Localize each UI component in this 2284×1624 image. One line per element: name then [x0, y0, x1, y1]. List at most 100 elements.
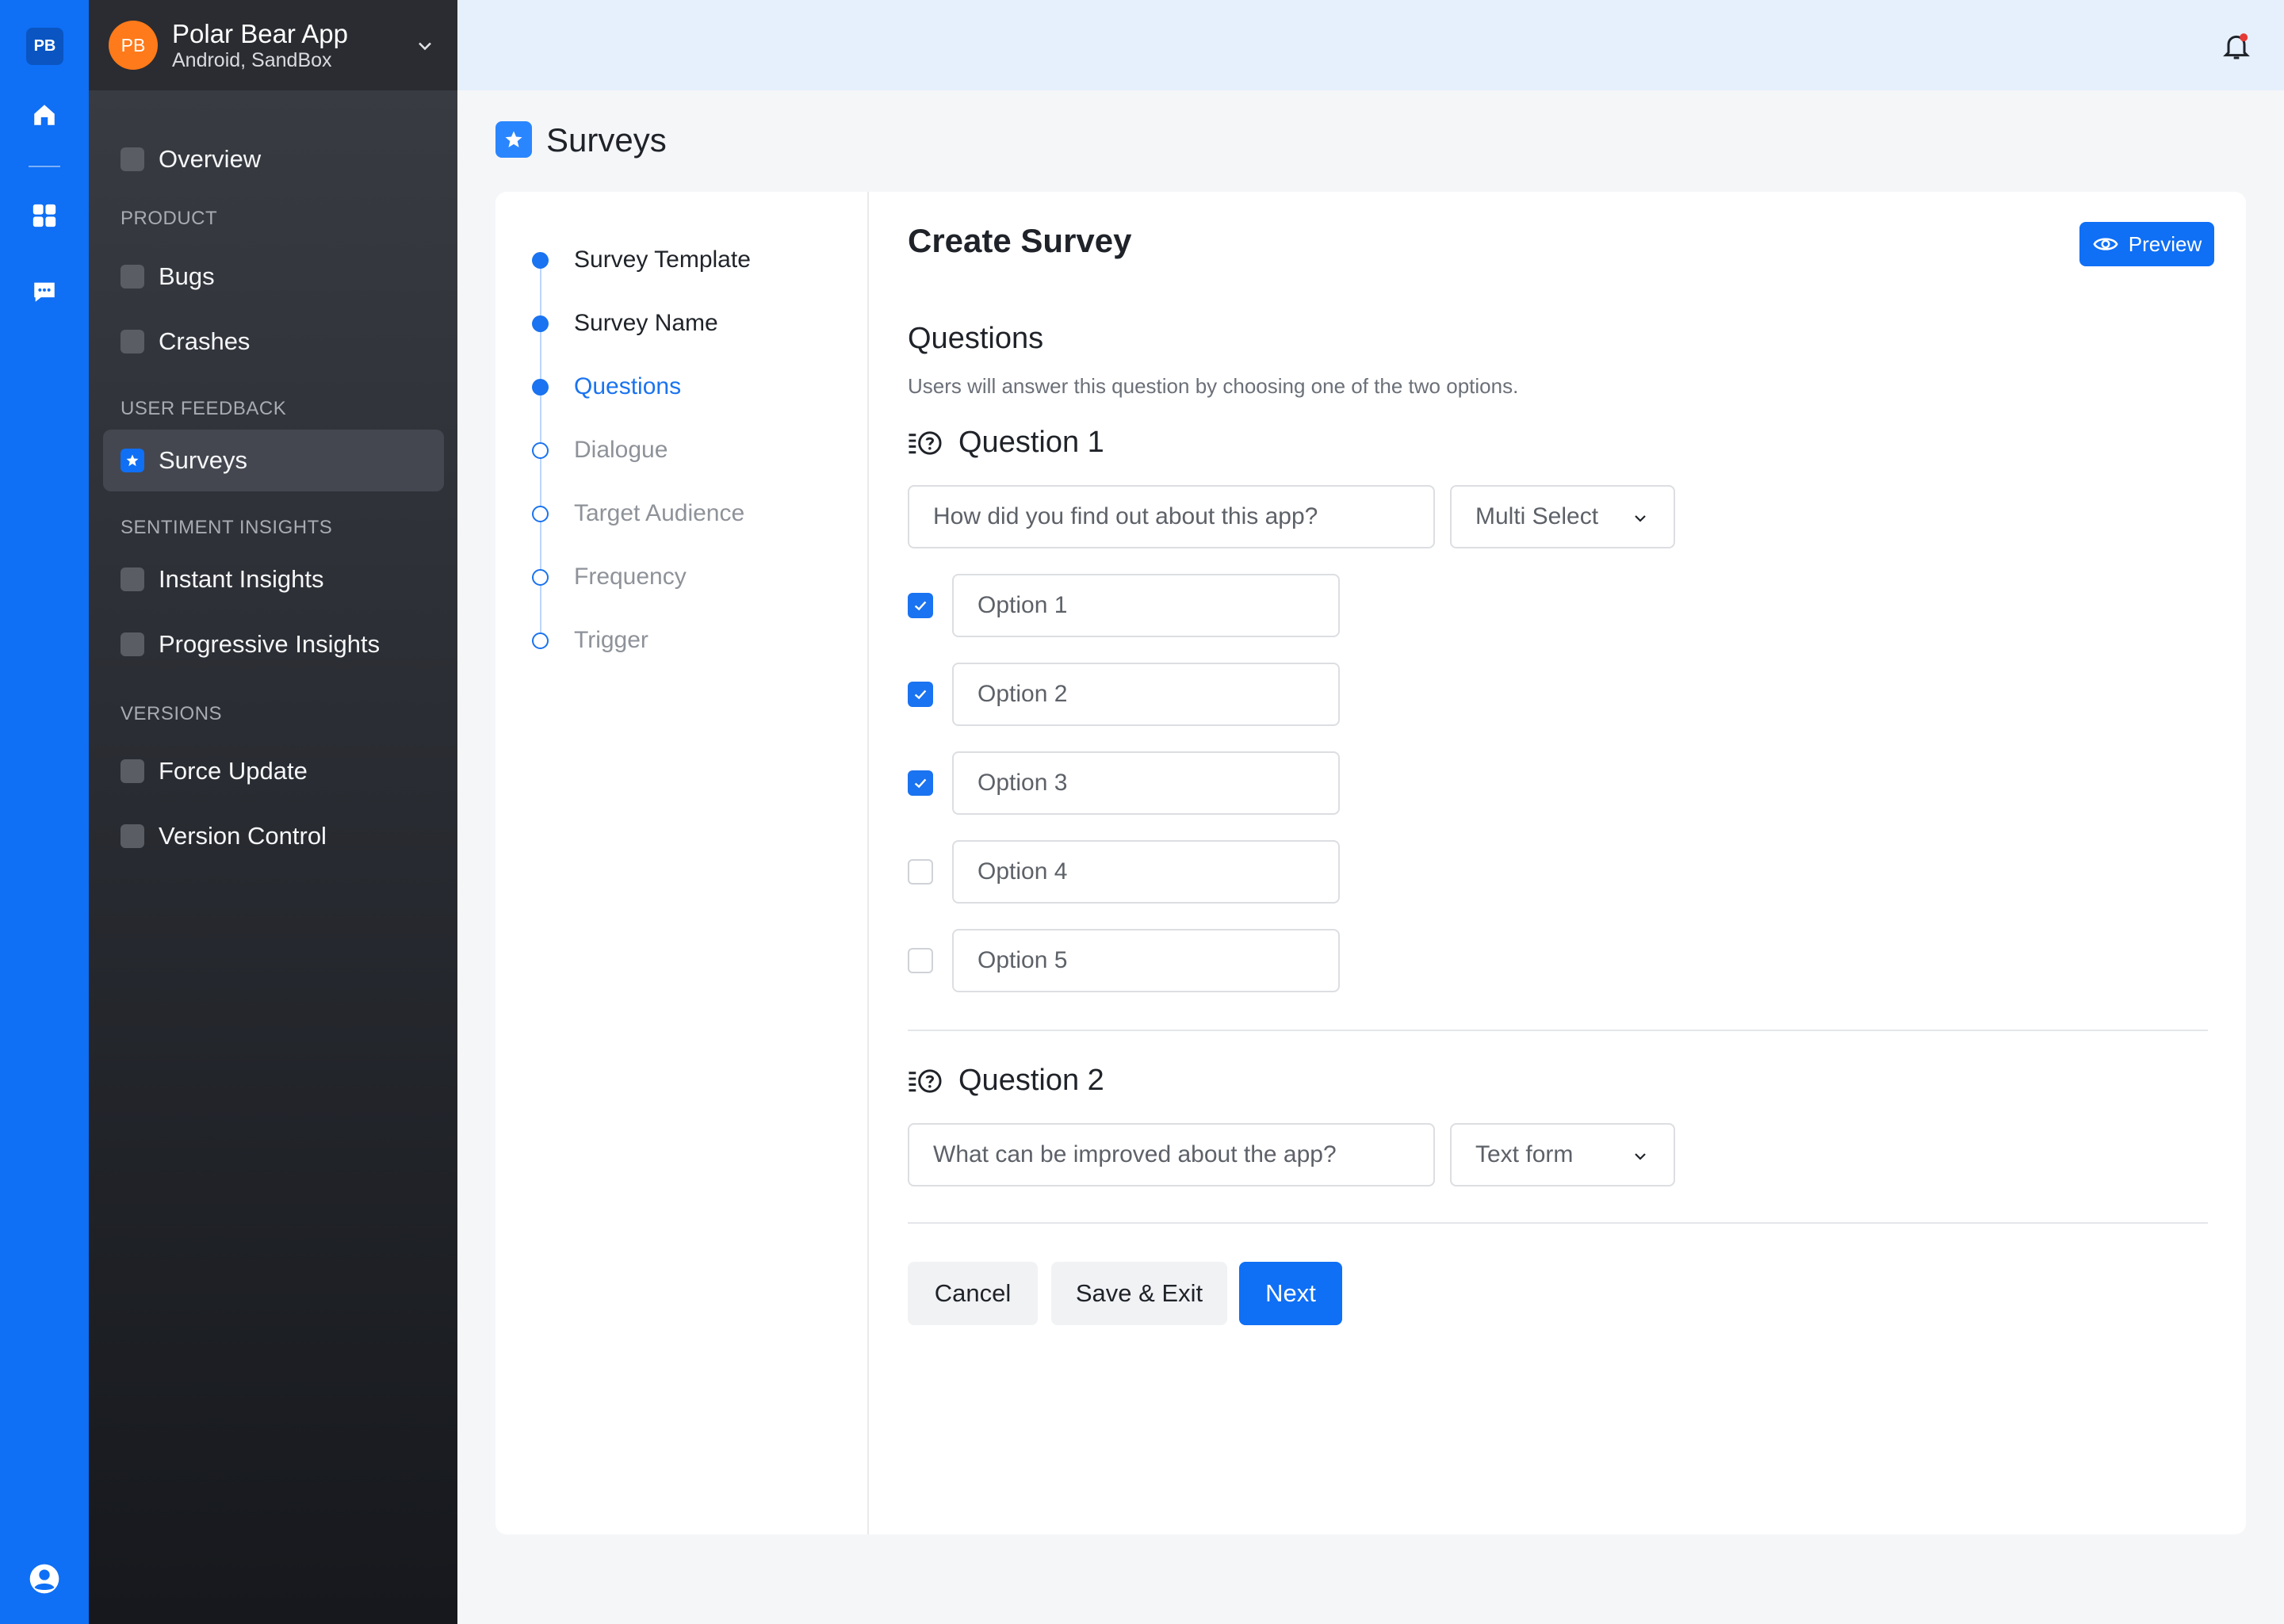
- app-subtitle: Android, SandBox: [172, 49, 332, 71]
- sidebar-item-label: Surveys: [159, 446, 247, 474]
- app-switcher[interactable]: PB Polar Bear App Android, SandBox: [89, 0, 457, 90]
- app-name: Polar Bear App: [172, 19, 348, 48]
- option-row: Option 1: [908, 574, 1340, 637]
- cancel-button[interactable]: Cancel: [908, 1262, 1038, 1325]
- sidebar-item-overview[interactable]: Overview: [103, 128, 444, 190]
- bell-icon[interactable]: [2221, 30, 2252, 62]
- question-1-type-value: Multi Select: [1475, 503, 1599, 529]
- sidebar-item-label: Version Control: [159, 822, 327, 850]
- question-2-header: Question 2: [908, 1064, 1104, 1098]
- option-input[interactable]: Option 4: [952, 840, 1340, 904]
- check-icon: [914, 778, 927, 789]
- option-input[interactable]: Option 3: [952, 751, 1340, 815]
- step-frequency[interactable]: Frequency: [532, 561, 687, 593]
- step-dot: [532, 378, 549, 395]
- option-checkbox[interactable]: [908, 682, 933, 707]
- option-checkbox[interactable]: [908, 770, 933, 796]
- overview-icon: [121, 147, 144, 171]
- preview-button[interactable]: Preview: [2079, 222, 2214, 266]
- steps-panel: Survey Template Survey Name Questions Dialo…: [495, 192, 869, 1534]
- user-icon[interactable]: [29, 1563, 60, 1595]
- option-row: Option 4: [908, 840, 1340, 904]
- home-icon[interactable]: [29, 99, 60, 131]
- question-1-input[interactable]: How did you find out about this app?: [908, 485, 1435, 548]
- chevron-down-icon[interactable]: [414, 35, 436, 57]
- sidebar-item-surveys[interactable]: Surveys: [103, 430, 444, 491]
- option-row: Option 5: [908, 929, 1340, 992]
- option-input[interactable]: Option 5: [952, 929, 1340, 992]
- sidebar-item-crashes[interactable]: Crashes: [103, 311, 444, 373]
- rail-divider: [29, 166, 60, 167]
- workspace-logo[interactable]: PB: [26, 28, 63, 65]
- grid-icon[interactable]: [29, 200, 60, 231]
- step-label: Survey Name: [574, 310, 718, 336]
- option-input[interactable]: Option 2: [952, 663, 1340, 726]
- step-dot: [532, 568, 549, 586]
- question-2-type-select[interactable]: Text form: [1450, 1123, 1675, 1186]
- survey-card: Survey Template Survey Name Questions Dialo…: [495, 192, 2246, 1534]
- bug-icon: [121, 265, 144, 288]
- form-title: Create Survey: [908, 222, 1132, 259]
- step-survey-name[interactable]: Survey Name: [532, 308, 718, 339]
- question-2-type-value: Text form: [1475, 1141, 1574, 1167]
- step-label: Survey Template: [574, 246, 751, 273]
- divider: [908, 1030, 2208, 1031]
- sidebar-item-label: Bugs: [159, 262, 215, 290]
- sidebar-item-label: Crashes: [159, 327, 251, 355]
- option-checkbox[interactable]: [908, 948, 933, 973]
- icon-rail: PB: [0, 0, 89, 1624]
- eye-icon: [2093, 238, 2118, 250]
- sidebar-item-label: Overview: [159, 145, 262, 173]
- option-checkbox[interactable]: [908, 593, 933, 618]
- step-questions[interactable]: Questions: [532, 371, 681, 403]
- question-1-type-select[interactable]: Multi Select: [1450, 485, 1675, 548]
- step-trigger[interactable]: Trigger: [532, 625, 648, 656]
- step-dot: [532, 315, 549, 332]
- question-1-header: Question 1: [908, 426, 1104, 460]
- save-exit-button[interactable]: Save & Exit: [1051, 1262, 1227, 1325]
- step-label: Questions: [574, 373, 682, 399]
- step-dot: [532, 441, 549, 459]
- step-dot: [532, 251, 549, 269]
- preview-label: Preview: [2128, 231, 2202, 256]
- sidebar-item-progressive-insights[interactable]: Progressive Insights: [103, 613, 444, 675]
- box-icon: [121, 824, 144, 848]
- step-dot: [532, 505, 549, 522]
- upload-icon: [121, 759, 144, 783]
- section-description: Users will answer this question by choos…: [908, 374, 1519, 398]
- sidebar-item-label: Instant Insights: [159, 565, 324, 593]
- option-checkbox[interactable]: [908, 859, 933, 885]
- page-title: Surveys: [546, 121, 667, 159]
- sidebar-item-label: Force Update: [159, 757, 308, 785]
- check-icon: [914, 601, 927, 611]
- step-target-audience[interactable]: Target Audience: [532, 498, 744, 529]
- step-dot: [532, 632, 549, 649]
- step-survey-template[interactable]: Survey Template: [532, 244, 751, 276]
- question-2-input[interactable]: What can be improved about the app?: [908, 1123, 1435, 1186]
- question-2-title: Question 2: [958, 1064, 1104, 1097]
- sidebar-item-version-control[interactable]: Version Control: [103, 805, 444, 867]
- step-label: Trigger: [574, 627, 648, 653]
- check-icon: [914, 690, 927, 700]
- sidebar-item-force-update[interactable]: Force Update: [103, 740, 444, 802]
- sidebar-item-bugs[interactable]: Bugs: [103, 246, 444, 308]
- section-user-feedback: USER FEEDBACK: [121, 398, 287, 419]
- sidebar: PB Polar Bear App Android, SandBox Overv…: [89, 0, 457, 1624]
- next-button[interactable]: Next: [1239, 1262, 1342, 1325]
- sidebar-item-instant-insights[interactable]: Instant Insights: [103, 548, 444, 610]
- question-1-title: Question 1: [958, 426, 1104, 459]
- step-label: Dialogue: [574, 437, 668, 463]
- section-versions: VERSIONS: [121, 703, 223, 724]
- heart-icon: [121, 567, 144, 591]
- step-dialogue[interactable]: Dialogue: [532, 434, 668, 466]
- top-bar: [457, 0, 2284, 90]
- surveys-star-icon: [495, 121, 532, 158]
- link-icon: [121, 632, 144, 656]
- crash-icon: [121, 330, 144, 353]
- section-sentiment: SENTIMENT INSIGHTS: [121, 517, 333, 538]
- divider: [908, 1222, 2208, 1224]
- option-input[interactable]: Option 1: [952, 574, 1340, 637]
- chevron-down-icon: [1635, 515, 1646, 522]
- survey-form: Create Survey Preview Questions Users wi…: [908, 192, 2214, 1534]
- chat-icon[interactable]: [29, 276, 60, 308]
